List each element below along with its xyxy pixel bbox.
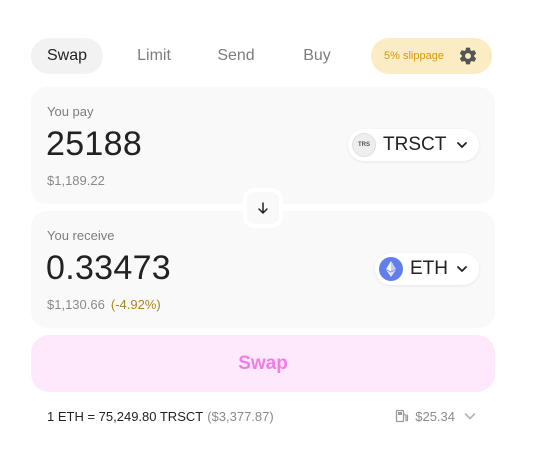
- gas-fee-value: $25.34: [415, 408, 455, 424]
- receive-label: You receive: [47, 228, 115, 243]
- pay-usd-value: $1,189.22: [47, 173, 105, 188]
- swap-tabs: Swap Limit Send Buy 5% slippage: [31, 38, 492, 74]
- receive-token-symbol: ETH: [410, 258, 448, 279]
- slippage-button[interactable]: 5% slippage: [371, 38, 492, 74]
- chevron-down-icon: [457, 266, 467, 272]
- pay-amount-input[interactable]: 25188: [46, 125, 142, 164]
- receive-amount: 0.33473: [46, 249, 172, 287]
- slippage-label: 5% slippage: [384, 50, 444, 62]
- price-impact: (-4.92%): [110, 297, 161, 312]
- gear-icon: [459, 47, 477, 65]
- gas-fee-toggle[interactable]: $25.34: [395, 409, 477, 424]
- gas-pump-icon: [396, 409, 409, 423]
- swap-button[interactable]: Swap: [31, 335, 495, 392]
- arrow-down-icon: [258, 202, 268, 214]
- receive-usd-value: $1,130.66: [47, 297, 105, 312]
- pay-panel: You pay 25188 $1,189.22 TRS TRSCT: [31, 87, 495, 204]
- receive-panel: You receive 0.33473 $1,130.66 (-4.92%) ET…: [31, 211, 495, 328]
- pay-label: You pay: [47, 104, 94, 119]
- trsct-token-icon: TRS: [352, 133, 376, 157]
- tab-limit[interactable]: Limit: [113, 38, 195, 74]
- flip-tokens-button[interactable]: [243, 188, 283, 228]
- pay-token-selector[interactable]: TRS TRSCT: [348, 129, 479, 161]
- chevron-down-icon: [464, 413, 476, 420]
- pay-token-symbol: TRSCT: [383, 134, 447, 155]
- tab-send[interactable]: Send: [195, 38, 277, 74]
- tab-buy[interactable]: Buy: [277, 38, 357, 74]
- receive-usd-row: $1,130.66 (-4.92%): [47, 297, 161, 312]
- receive-token-selector[interactable]: ETH: [375, 253, 479, 285]
- tab-swap[interactable]: Swap: [31, 38, 103, 74]
- exchange-rate[interactable]: 1 ETH = 75,249.80 TRSCT: [47, 409, 203, 424]
- chevron-down-icon: [457, 142, 467, 148]
- ethereum-icon: [379, 257, 403, 281]
- rate-footer: 1 ETH = 75,249.80 TRSCT ($3,377.87) $25.…: [47, 407, 477, 425]
- exchange-rate-usd: ($3,377.87): [207, 408, 274, 424]
